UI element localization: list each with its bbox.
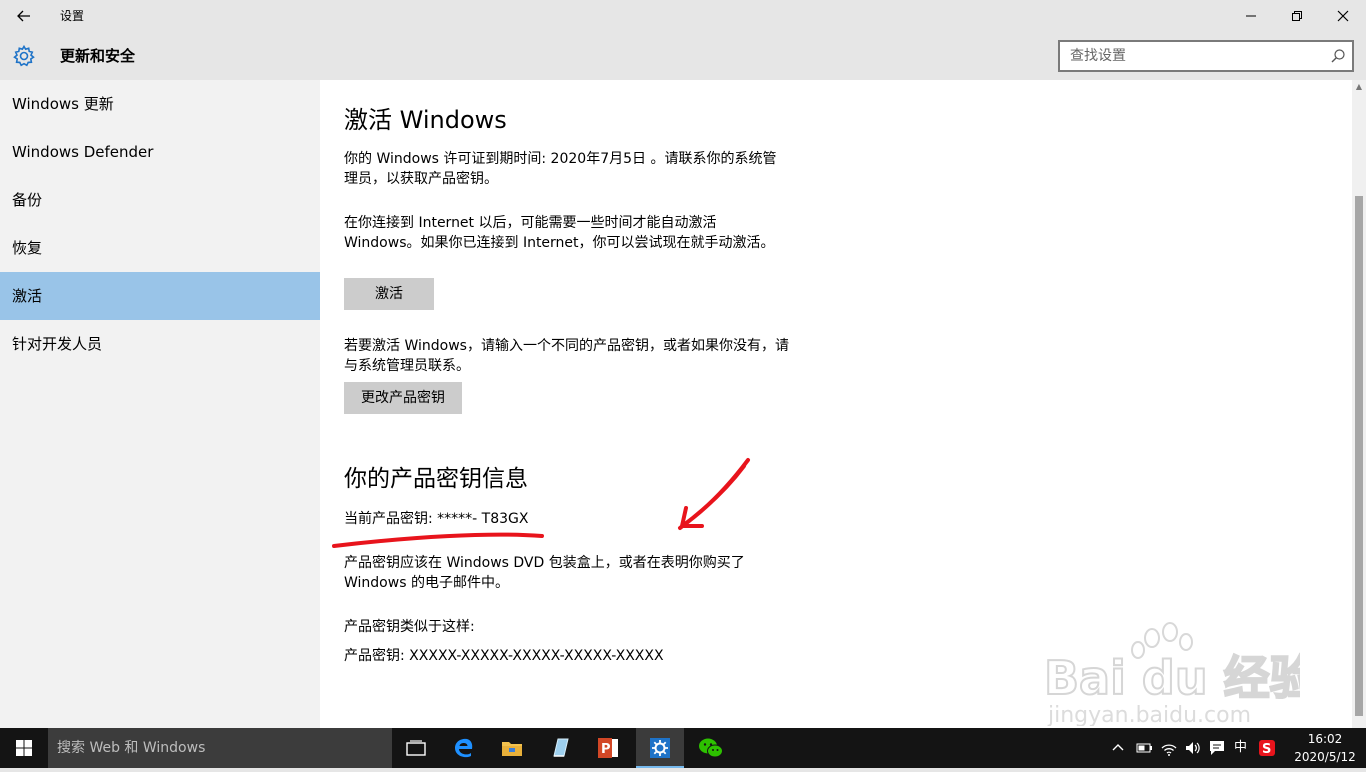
battery-icon[interactable] — [1136, 740, 1154, 756]
main-content: 激活 Windows 你的 Windows 许可证到期时间: 2020年7月5日… — [320, 80, 1352, 728]
restore-icon — [1292, 11, 1302, 21]
title-bar: 设置 — [0, 0, 1366, 32]
sidebar-item-windows-defender[interactable]: Windows Defender — [0, 128, 320, 176]
folder-icon — [502, 742, 522, 756]
app-title: 设置 — [60, 9, 85, 23]
section-title: 更新和安全 — [60, 47, 136, 65]
search-input[interactable] — [1060, 42, 1330, 70]
product-key-info-heading: 你的产品密钥信息 — [344, 466, 528, 492]
svg-text:P: P — [601, 742, 611, 757]
start-button[interactable] — [0, 728, 48, 768]
settings-taskbar-button[interactable] — [636, 728, 684, 768]
scroll-up-arrow-icon[interactable]: ▲ — [1352, 80, 1366, 94]
taskbar-search-box[interactable]: 搜索 Web 和 Windows — [48, 728, 392, 768]
search-icon[interactable] — [1330, 48, 1346, 64]
minimize-button[interactable] — [1228, 0, 1274, 32]
edge-icon — [455, 738, 473, 758]
activation-heading: 激活 Windows — [344, 106, 507, 134]
file-explorer-taskbar-button[interactable] — [488, 728, 536, 768]
sogou-ime-icon[interactable]: S — [1258, 739, 1276, 757]
sidebar-item-backup[interactable]: 备份 — [0, 176, 320, 224]
clock-time: 16:02 — [1307, 732, 1343, 746]
wifi-icon[interactable] — [1160, 739, 1178, 757]
sidebar-item-developers[interactable]: 针对开发人员 — [0, 320, 320, 368]
back-arrow-icon — [17, 10, 30, 22]
gear-icon — [13, 44, 35, 67]
page-header: 更新和安全 — [0, 32, 1366, 80]
action-center-icon[interactable] — [1208, 739, 1226, 757]
volume-icon[interactable] — [1184, 739, 1202, 757]
task-view-icon — [406, 740, 426, 756]
sidebar-item-recovery[interactable]: 恢复 — [0, 224, 320, 272]
wechat-icon — [699, 738, 723, 758]
license-expiry-text: 你的 Windows 许可证到期时间: 2020年7月5日 。请联系你的系统管理… — [344, 151, 777, 187]
system-clock[interactable]: 16:02 2020/5/12 — [1288, 730, 1362, 766]
activate-button[interactable]: 激活 — [344, 278, 434, 310]
wechat-taskbar-button[interactable] — [686, 728, 734, 768]
restore-button[interactable] — [1274, 0, 1320, 32]
clock-date: 2020/5/12 — [1294, 750, 1356, 764]
sidebar-item-windows-update[interactable]: Windows 更新 — [0, 80, 320, 128]
change-product-key-button[interactable]: 更改产品密钥 — [344, 382, 462, 414]
sidebar-item-activation[interactable]: 激活 — [0, 272, 320, 320]
vertical-scrollbar[interactable]: ▲ — [1352, 80, 1366, 728]
svg-text:S: S — [1262, 742, 1271, 757]
change-key-text: 若要激活 Windows，请输入一个不同的产品密钥，或者如果你没有，请与系统管理… — [344, 338, 789, 374]
scroll-thumb[interactable] — [1355, 196, 1363, 716]
windows-logo-icon — [16, 740, 32, 756]
taskbar-search-text: 搜索 Web 和 Windows — [57, 740, 206, 756]
powerpoint-taskbar-button[interactable]: P — [584, 728, 632, 768]
key-location-text: 产品密钥应该在 Windows DVD 包装盒上，或者在表明你购买了 Windo… — [344, 555, 745, 591]
powerpoint-icon: P — [598, 738, 618, 758]
sidebar: Windows 更新 Windows Defender 备份 恢复 激活 针对开… — [0, 80, 320, 728]
ime-indicator[interactable]: 中 — [1234, 728, 1247, 768]
internet-activation-text: 在你连接到 Internet 以后，可能需要一些时间才能自动激活 Windows… — [344, 215, 775, 251]
notepad-taskbar-button[interactable] — [536, 728, 584, 768]
task-view-button[interactable] — [392, 728, 440, 768]
settings-search-box[interactable] — [1058, 40, 1354, 72]
annotation-underline — [332, 532, 544, 548]
taskbar: 搜索 Web 和 Windows P 中 S 16:02 2020/5/12 — [0, 728, 1366, 768]
key-format-example: 产品密钥: XXXXX-XXXXX-XXXXX-XXXXX-XXXXX — [344, 648, 664, 664]
minimize-icon — [1246, 15, 1256, 17]
notepad-icon — [553, 738, 569, 757]
settings-gear-icon — [650, 738, 670, 758]
current-product-key: 当前产品密钥: *****- T83GX — [344, 511, 529, 527]
close-icon — [1337, 10, 1349, 22]
back-button[interactable] — [8, 2, 40, 30]
edge-taskbar-button[interactable] — [440, 728, 488, 768]
close-button[interactable] — [1320, 0, 1366, 32]
chevron-up-icon[interactable] — [1110, 740, 1126, 756]
key-format-label: 产品密钥类似于这样: — [344, 619, 475, 635]
